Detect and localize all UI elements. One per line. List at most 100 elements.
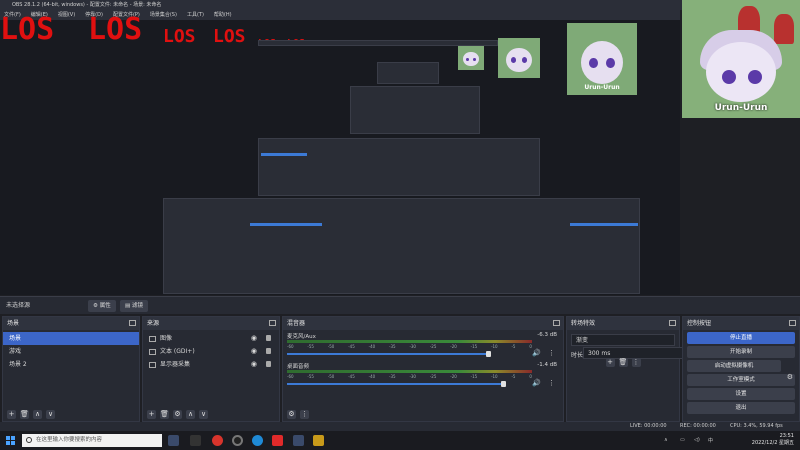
undock-icon[interactable] [269, 320, 276, 326]
meter-tick-label: -30 [409, 344, 416, 349]
kebab-menu-icon[interactable]: ⋮ [548, 349, 555, 357]
image-icon [149, 335, 156, 342]
lock-icon[interactable] [266, 348, 271, 354]
meter-tick-label: -10 [491, 374, 498, 379]
audio-mixer-dock: 混音器 麦克风/Aux -6.3 dB -60 -55 -50 -45 -40 -35 -3… [282, 316, 564, 422]
meter-tick-label: -55 [307, 344, 314, 349]
windows-start-icon[interactable] [6, 436, 15, 445]
taskbar-clock[interactable]: 23:51 2022/12/2 星期五 [752, 433, 794, 447]
meter-tick-label: -55 [307, 374, 314, 379]
advanced-audio-button[interactable]: ⚙ [287, 410, 296, 419]
eye-icon[interactable]: ◉ [251, 361, 257, 368]
network-icon[interactable]: ▭ [680, 437, 685, 443]
remove-transition-button[interactable]: 🗑 [618, 358, 628, 367]
avatar-thumbnail [498, 38, 540, 78]
settings-button[interactable]: 设置 [687, 388, 795, 400]
transition-select[interactable]: 渐变 [571, 334, 675, 346]
eye-icon[interactable]: ◉ [251, 348, 257, 355]
volume-slider[interactable] [287, 381, 506, 387]
input-method-icon[interactable]: 中 [708, 437, 713, 444]
filters-button[interactable]: ▤ 滤镜 [120, 300, 148, 312]
steam-app-icon[interactable] [168, 435, 179, 446]
move-up-button[interactable]: ∧ [33, 410, 42, 419]
exit-button[interactable]: 退出 [687, 402, 795, 414]
meter-tick-label: -50 [327, 344, 335, 349]
scenes-title: 场景 [7, 320, 20, 327]
taskbar-search[interactable]: 在这里输入你要搜索的内容 [22, 434, 162, 447]
track-db: -6.3 dB [537, 332, 557, 338]
meter-tick-label: -40 [368, 374, 376, 379]
scene-item[interactable]: 游戏 [3, 345, 139, 358]
nested-obs-view [163, 198, 640, 294]
move-down-button[interactable]: ∨ [46, 410, 55, 419]
obs-app-icon[interactable] [232, 435, 243, 446]
undock-icon[interactable] [669, 320, 676, 326]
scene-item[interactable]: 场景 2 [3, 358, 139, 371]
menu-scene-collection[interactable]: 场景集合(S) [150, 10, 177, 20]
gear-icon[interactable]: ⚙ [787, 373, 793, 381]
speaker-icon[interactable]: 🔊 [532, 349, 541, 357]
meter-tick-label: -20 [450, 344, 457, 349]
menu-view[interactable]: 视图(V) [58, 10, 75, 20]
scene-item[interactable]: 场景 [3, 332, 139, 345]
start-virtual-camera-button[interactable]: 启动虚拟摄像机 [687, 360, 781, 372]
source-item[interactable]: 显示器采集 ◉ [143, 358, 279, 371]
edge-browser-icon[interactable] [252, 435, 263, 446]
remove-scene-button[interactable]: 🗑 [20, 410, 29, 419]
kebab-menu-icon[interactable]: ⋮ [548, 379, 555, 387]
add-source-button[interactable]: + [147, 410, 156, 419]
stop-streaming-button[interactable]: 停止直播 [687, 332, 795, 344]
undock-icon[interactable] [553, 320, 560, 326]
netease-music-icon[interactable] [212, 435, 223, 446]
volume-icon[interactable]: ◁) [694, 437, 700, 443]
meter-ticks: -60 -55 -50 -45 -40 -35 -30 -25 -20 -15 -10 -5 0 [287, 344, 532, 349]
file-explorer-icon[interactable] [190, 435, 201, 446]
mixer-track: 麦克风/Aux -6.3 dB -60 -55 -50 -45 -40 -35 -30 -25… [283, 330, 563, 360]
tray-up-arrow-icon[interactable]: ∧ [664, 437, 668, 443]
remove-source-button[interactable]: 🗑 [160, 410, 169, 419]
sources-title: 来源 [147, 320, 160, 327]
lock-icon[interactable] [266, 361, 271, 367]
speaker-icon[interactable]: 🔊 [532, 379, 541, 387]
lock-icon[interactable] [266, 335, 271, 341]
gear-icon: ⚙ [93, 303, 100, 309]
meter-tick-label: -10 [491, 344, 498, 349]
move-up-button[interactable]: ∧ [186, 410, 195, 419]
eye-icon[interactable]: ◉ [251, 335, 257, 342]
steam-app-icon[interactable] [293, 435, 304, 446]
game-app-icon[interactable] [313, 435, 324, 446]
media-app-icon[interactable] [272, 435, 283, 446]
los-overlay-text: LOS [163, 26, 196, 47]
meter-tick-label: -60 [287, 374, 294, 379]
volume-slider[interactable] [287, 351, 491, 357]
start-recording-button[interactable]: 开始录制 [687, 346, 795, 358]
cpu-fps: CPU: 3.4%, 59.94 fps [730, 423, 783, 429]
mixer-menu-button[interactable]: ⋮ [300, 410, 309, 419]
filter-icon: ▤ [125, 303, 132, 309]
undock-icon[interactable] [789, 320, 796, 326]
source-item[interactable]: 图像 ◉ [143, 332, 279, 345]
avatar-image: Urun-Urun [682, 0, 800, 118]
studio-mode-button[interactable]: 工作室模式 [687, 374, 795, 386]
meter-tick-label: -5 [511, 374, 516, 379]
meter-tick-label: -25 [429, 374, 437, 379]
source-item[interactable]: 文本 (GDI+) ◉ [143, 345, 279, 358]
undock-icon[interactable] [129, 320, 136, 326]
transition-menu-button[interactable]: ⋮ [631, 358, 641, 367]
preview-canvas[interactable]: LOS LOS LOS LOS LOS LOS Urun-Urun [0, 12, 680, 295]
meter-tick-label: -15 [470, 374, 478, 379]
source-settings-button[interactable]: ⚙ [173, 410, 182, 419]
meter-ticks: -60 -55 -50 -45 -40 -35 -30 -25 -20 -15 -10 -5 0 [287, 374, 532, 379]
window-title: OBS 28.1.2 (64-bit, windows) - 配置文件: 未命名… [0, 0, 800, 10]
search-icon [26, 437, 32, 443]
meter-tick-label: -35 [389, 374, 396, 379]
menu-help[interactable]: 帮助(H) [214, 10, 232, 20]
move-down-button[interactable]: ∨ [199, 410, 208, 419]
add-scene-button[interactable]: + [7, 410, 16, 419]
meter-tick-label: -30 [409, 374, 416, 379]
los-overlay-text: LOS [0, 12, 55, 47]
context-bar: 未选择源 ⚙ 属性 ▤ 滤镜 [0, 296, 800, 314]
properties-button[interactable]: ⚙ 属性 [88, 300, 116, 312]
menu-tools[interactable]: 工具(T) [187, 10, 204, 20]
add-transition-button[interactable]: + [605, 358, 615, 367]
